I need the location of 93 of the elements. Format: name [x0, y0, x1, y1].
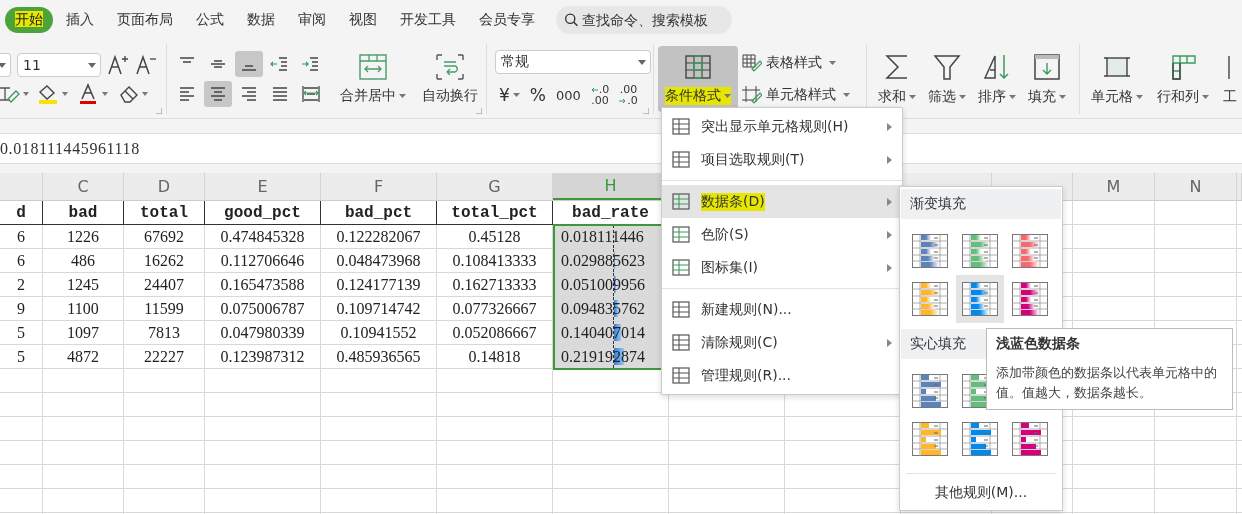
caret-icon	[843, 93, 850, 97]
currency-button[interactable]: ¥	[495, 82, 524, 108]
filter-button[interactable]: 筛选	[923, 46, 971, 112]
rule-icon	[672, 300, 692, 319]
column-header[interactable]: M	[1073, 173, 1155, 200]
arrow-left-icon	[590, 86, 598, 93]
percent-button[interactable]: %	[525, 82, 550, 108]
sort-icon	[982, 52, 1012, 82]
table-cell: bad_pct	[321, 201, 437, 225]
conditional-format-button[interactable]: 条件格式	[658, 46, 738, 112]
thousands-button[interactable]: 000	[552, 82, 585, 108]
submenu-arrow-icon	[887, 264, 892, 272]
more-rules-item[interactable]: 其他规则(M)...	[900, 474, 1062, 512]
submenu-arrow-icon	[887, 198, 892, 206]
cell-style-icon	[742, 86, 762, 104]
caret-icon	[909, 95, 916, 99]
table-cell: d	[0, 201, 43, 225]
increase-decimal-button[interactable]: .0 .00	[586, 82, 614, 108]
section-heading: 渐变填充	[901, 189, 1061, 219]
submenu-arrow-icon	[887, 156, 892, 164]
caret-icon	[829, 61, 836, 65]
dropdown-caret-icon	[88, 63, 96, 68]
table-grid-icon	[683, 53, 713, 81]
fill-down-icon	[1032, 52, 1062, 82]
menu-item[interactable]: 数据条(D)	[662, 185, 902, 218]
merge-cells-icon	[358, 53, 388, 81]
number-format-field[interactable]: 常规	[495, 50, 651, 74]
caret-icon	[1009, 95, 1016, 99]
filter-icon	[932, 52, 962, 82]
ribbon-tab[interactable]: 页面布局	[107, 7, 183, 33]
menu-item[interactable]: 突出显示单元格规则(H)	[662, 110, 902, 143]
rule-icon	[672, 333, 692, 352]
column-header[interactable]: D	[124, 173, 205, 200]
cell-style-button[interactable]: 单元格样式	[742, 83, 850, 107]
ribbon-tab[interactable]: 公式	[186, 7, 234, 33]
caret-icon	[724, 94, 731, 98]
decrease-font-icon[interactable]	[135, 54, 157, 76]
column-header[interactable]: F	[321, 173, 437, 200]
column-header[interactable]: C	[43, 173, 124, 200]
ribbon-tab[interactable]: 开始	[5, 7, 53, 33]
decrease-decimal-button[interactable]: .00 .0	[615, 82, 642, 108]
menu-item[interactable]: 项目选取规则(T)	[662, 143, 902, 176]
search-field[interactable]: 查找命令、搜索模板	[556, 6, 732, 34]
column-header[interactable]: E	[205, 173, 321, 200]
table-style-icon	[742, 54, 762, 72]
rows-columns-button[interactable]: 行和列	[1152, 46, 1214, 112]
submenu-arrow-icon	[887, 123, 892, 131]
dropdown-caret-icon	[0, 63, 6, 68]
caret-icon	[1202, 95, 1209, 99]
data-bar-style-option[interactable]	[956, 275, 1004, 323]
rule-icon	[672, 258, 692, 277]
tooltip-text: 添加带颜色的数据条以代表单元格中的值。值越大，数据条越长。	[996, 364, 1218, 402]
fill-button[interactable]: 填充	[1023, 46, 1071, 112]
rule-icon	[672, 225, 692, 244]
caret-icon	[959, 95, 966, 99]
increase-font-icon[interactable]	[107, 54, 129, 76]
dropdown-caret-icon	[638, 60, 646, 65]
ribbon-tab[interactable]: 视图	[339, 7, 387, 33]
ribbon-tab[interactable]: 开发工具	[390, 7, 466, 33]
align-icon[interactable]	[235, 51, 263, 77]
border-icon[interactable]	[0, 84, 30, 104]
arrow-right-icon	[619, 97, 627, 104]
caret-icon	[1059, 95, 1066, 99]
rule-icon	[672, 117, 692, 136]
table-cell: total_pct	[437, 201, 553, 225]
submenu-arrow-icon	[887, 339, 892, 347]
caret-icon	[1136, 95, 1143, 99]
rule-icon	[672, 192, 692, 211]
caret-icon	[512, 93, 520, 97]
ribbon-tab[interactable]: 会员专享	[469, 7, 545, 33]
cells-button[interactable]: 单元格	[1086, 46, 1148, 112]
formula-value[interactable]: 0.018111445961118	[0, 139, 140, 158]
table-style-button[interactable]: 表格样式	[742, 51, 850, 75]
align-icon[interactable]	[204, 81, 232, 107]
table-cell: bad	[43, 201, 124, 225]
table-cell: total	[124, 201, 205, 225]
tools-button[interactable]: 工	[1218, 46, 1242, 112]
merge-center-button[interactable]: 合并居中	[336, 46, 410, 112]
font-size-field[interactable]: 11	[17, 53, 101, 77]
rule-icon	[672, 150, 692, 169]
search-icon	[564, 11, 579, 29]
sum-button[interactable]: 求和	[873, 46, 921, 112]
ribbon-tab[interactable]: 数据	[237, 7, 285, 33]
ribbon-tab[interactable]: 审阅	[288, 7, 336, 33]
sort-button[interactable]: 排序	[973, 46, 1021, 112]
submenu-arrow-icon	[887, 231, 892, 239]
column-header[interactable]: N	[1155, 173, 1237, 200]
ribbon-tab[interactable]: 插入	[56, 7, 104, 33]
table-cell: good_pct	[205, 201, 321, 225]
rule-icon	[672, 366, 692, 385]
wrap-text-icon	[435, 53, 465, 81]
caret-icon	[399, 94, 406, 98]
wrap-text-button[interactable]: 自动换行	[418, 46, 482, 112]
